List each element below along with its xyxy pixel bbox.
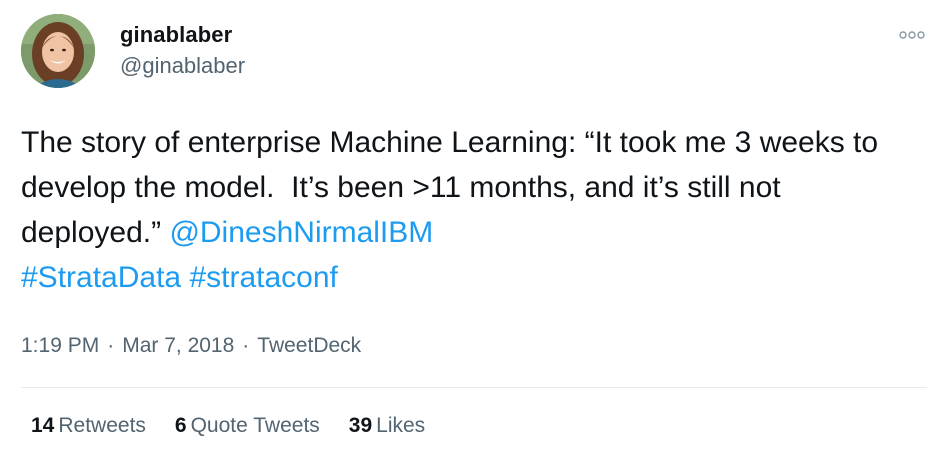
mention-link[interactable]: @DineshNirmalIBM bbox=[169, 216, 433, 249]
tweet-card: ginablaber @ginablaber The story of ente… bbox=[0, 0, 948, 466]
quote-tweets-count: 6 bbox=[174, 414, 187, 437]
tweet-text: The story of enterprise Machine Learning… bbox=[21, 120, 926, 300]
author-handle[interactable]: @ginablaber bbox=[120, 53, 245, 79]
tweet-meta: 1:19 PM · Mar 7, 2018 · TweetDeck bbox=[21, 334, 361, 358]
quote-tweets-label: Quote Tweets bbox=[190, 414, 320, 437]
engagement-stats: 14 Retweets 6 Quote Tweets 39 Likes bbox=[31, 414, 454, 438]
likes-stat[interactable]: 39 Likes bbox=[349, 414, 425, 438]
avatar[interactable] bbox=[21, 14, 95, 88]
more-options-icon[interactable] bbox=[898, 28, 926, 40]
likes-count: 39 bbox=[348, 414, 373, 437]
retweets-count: 14 bbox=[31, 414, 55, 437]
retweets-stat[interactable]: 14 Retweets bbox=[31, 414, 146, 438]
quote-tweets-stat[interactable]: 6 Quote Tweets bbox=[175, 414, 320, 438]
tweet-time[interactable]: 1:19 PM bbox=[21, 334, 99, 357]
retweets-label: Retweets bbox=[58, 414, 146, 437]
hashtag-link[interactable]: #StrataData bbox=[21, 261, 181, 294]
tweet-body-text: The story of enterprise Machine Learning… bbox=[21, 126, 887, 249]
separator: · bbox=[242, 334, 250, 357]
likes-label: Likes bbox=[376, 414, 426, 437]
hashtag-link[interactable]: #strataconf bbox=[189, 261, 337, 294]
tweet-source[interactable]: TweetDeck bbox=[257, 334, 361, 357]
separator: · bbox=[107, 334, 115, 357]
author-display-name[interactable]: ginablaber bbox=[120, 22, 232, 48]
divider bbox=[21, 387, 927, 388]
tweet-date[interactable]: Mar 7, 2018 bbox=[122, 334, 234, 357]
